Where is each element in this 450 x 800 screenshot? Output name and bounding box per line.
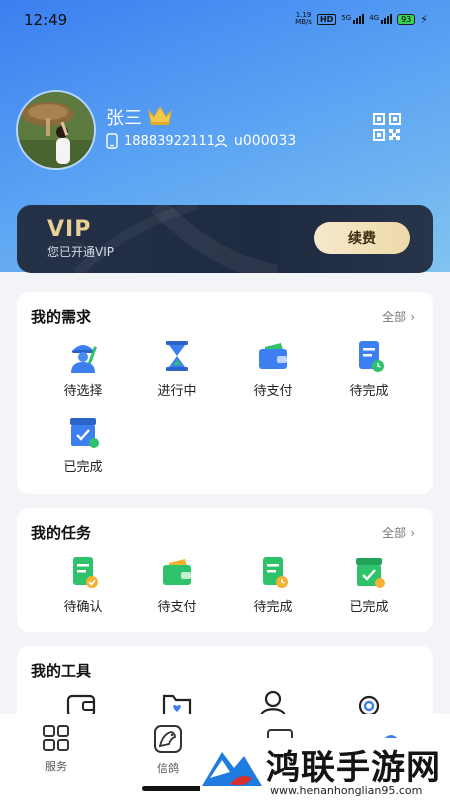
chevron-right-icon: › bbox=[410, 525, 415, 540]
pigeon-icon bbox=[154, 725, 182, 753]
watermark-text: 鸿联手游网 bbox=[266, 748, 441, 788]
demand-item-pending-complete[interactable]: 待完成 bbox=[321, 338, 417, 399]
demand-item-label: 待支付 bbox=[253, 384, 293, 399]
tab-pigeon-label: 信鸽 bbox=[157, 762, 179, 775]
crown-icon bbox=[148, 106, 172, 125]
folder-heart-icon[interactable] bbox=[161, 692, 193, 716]
hourglass-icon bbox=[166, 341, 188, 371]
vip-banner[interactable]: VIP 您已开通VIP 续费 bbox=[17, 205, 433, 273]
gear-icon[interactable] bbox=[353, 690, 385, 716]
network-speed: 1.19 MB/s bbox=[295, 12, 312, 26]
demands-title: 我的需求 bbox=[31, 308, 92, 326]
status-bar: 12:49 1.19 MB/s HD 5G 4G 93 ⚡ bbox=[0, 0, 450, 40]
battery-icon: 93 bbox=[397, 13, 416, 25]
user-id: u000033 bbox=[234, 133, 297, 149]
vip-title: VIP bbox=[47, 217, 92, 242]
status-time: 12:49 bbox=[24, 11, 68, 29]
wallet-outline-icon[interactable] bbox=[65, 692, 97, 716]
task-item-pending-complete[interactable]: 待完成 bbox=[225, 554, 321, 615]
grid-icon bbox=[43, 725, 69, 751]
demand-item-completed[interactable]: 已完成 bbox=[35, 414, 131, 475]
demand-item-label: 进行中 bbox=[157, 384, 197, 399]
signal-5g-label: 5G bbox=[341, 14, 352, 22]
demand-item-pending-select[interactable]: 待选择 bbox=[35, 338, 131, 399]
watermark-url: www.henanhonglian95.com bbox=[270, 784, 423, 797]
task-item-label: 待确认 bbox=[63, 600, 103, 615]
phone-number: 18883922111 bbox=[124, 133, 215, 149]
task-item-pending-confirm[interactable]: 待确认 bbox=[35, 554, 131, 615]
renew-button[interactable]: 续费 bbox=[314, 222, 410, 254]
uid-row: u000033 bbox=[214, 133, 296, 149]
status-icons: 1.19 MB/s HD 5G 4G 93 ⚡ bbox=[295, 12, 428, 26]
chevron-right-icon: › bbox=[410, 309, 415, 324]
task-item-completed[interactable]: 已完成 bbox=[321, 554, 417, 615]
box-check-icon bbox=[70, 418, 99, 448]
tasks-title: 我的任务 bbox=[31, 524, 92, 542]
hd-icon: HD bbox=[316, 13, 337, 25]
task-item-label: 待完成 bbox=[253, 600, 293, 615]
signal-4g-label: 4G bbox=[369, 14, 380, 22]
person-icon[interactable] bbox=[257, 690, 289, 716]
vip-subtitle: 您已开通VIP bbox=[47, 245, 114, 259]
user-icon bbox=[214, 134, 228, 148]
phone-icon bbox=[106, 133, 118, 149]
tasks-all-label: 全部 bbox=[382, 526, 407, 540]
demand-item-label: 已完成 bbox=[63, 460, 103, 475]
qr-code-icon[interactable] bbox=[372, 112, 402, 142]
tab-service-label: 服务 bbox=[45, 760, 67, 773]
demand-item-pending-pay[interactable]: 待支付 bbox=[225, 338, 321, 399]
demand-item-label: 待完成 bbox=[349, 384, 389, 399]
watermark: 鸿联手游网 www.henanhonglian95.com bbox=[200, 738, 450, 800]
task-item-pending-pay[interactable]: 待支付 bbox=[129, 554, 225, 615]
tasks-all-link[interactable]: 全部 › bbox=[382, 524, 415, 541]
document-clock-icon bbox=[263, 557, 288, 588]
worker-icon bbox=[71, 345, 97, 373]
tab-service[interactable]: 服务 bbox=[16, 724, 96, 774]
charging-icon: ⚡ bbox=[420, 12, 428, 26]
wallet-icon bbox=[259, 343, 287, 369]
signal-4g-icon: 4G bbox=[369, 14, 393, 24]
demand-item-label: 待选择 bbox=[63, 384, 103, 399]
network-speed-unit: MB/s bbox=[295, 18, 312, 26]
wallet-icon bbox=[163, 559, 191, 585]
demand-item-in-progress[interactable]: 进行中 bbox=[129, 338, 225, 399]
tab-pigeon[interactable]: 信鸽 bbox=[128, 724, 208, 776]
document-check-icon bbox=[73, 557, 98, 588]
phone-row: 18883922111 bbox=[106, 133, 215, 149]
demands-all-link[interactable]: 全部 › bbox=[382, 308, 415, 325]
tasks-card: 我的任务 全部 › 待确认 待支付 待完成 已完成 bbox=[17, 508, 433, 632]
document-clock-icon bbox=[359, 341, 384, 372]
username: 张三 bbox=[106, 108, 142, 129]
avatar[interactable] bbox=[16, 90, 96, 170]
task-item-label: 待支付 bbox=[157, 600, 197, 615]
box-check-icon bbox=[356, 558, 385, 588]
signal-5g-icon: 5G bbox=[341, 14, 365, 24]
demands-card: 我的需求 全部 › 待选择 进行中 待支付 待完成 已完成 bbox=[17, 292, 433, 494]
tools-title: 我的工具 bbox=[31, 662, 92, 680]
task-item-label: 已完成 bbox=[349, 600, 389, 615]
avatar-photo bbox=[18, 92, 94, 168]
watermark-logo bbox=[200, 738, 264, 798]
demands-all-label: 全部 bbox=[382, 310, 407, 324]
